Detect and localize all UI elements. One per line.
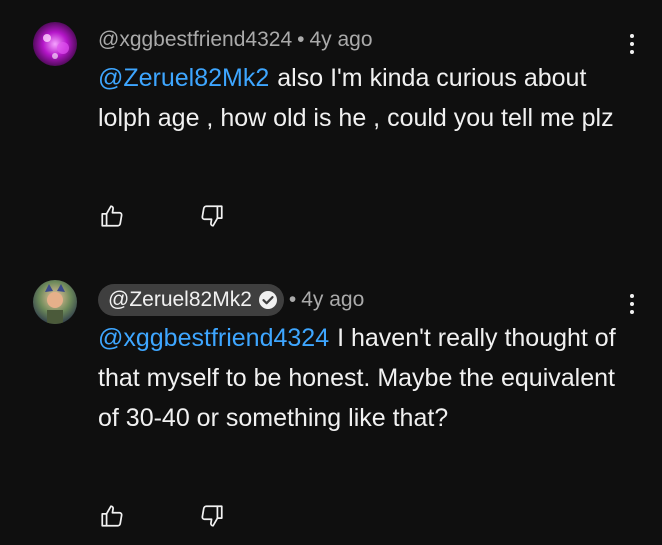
comment-text: @xggbestfriend4324 I haven't really thoug…	[98, 318, 638, 438]
verified-check-icon	[258, 291, 277, 309]
comment-actions	[96, 200, 228, 232]
more-options-button[interactable]	[620, 288, 644, 320]
comment-item: @Zeruel82Mk2 • 4y ago @xggbestfriend4324…	[0, 268, 662, 545]
dislike-button[interactable]	[196, 500, 228, 532]
more-vert-icon	[630, 34, 634, 38]
comment-header: @xggbestfriend4324 • 4y ago	[98, 26, 373, 54]
author-badge[interactable]: @Zeruel82Mk2	[98, 284, 284, 316]
mention-link[interactable]: @Zeruel82Mk2	[98, 64, 269, 92]
thumbs-down-icon	[201, 505, 223, 527]
like-button[interactable]	[96, 200, 128, 232]
thumbs-up-icon	[101, 205, 123, 227]
dislike-button[interactable]	[196, 200, 228, 232]
thumbs-down-icon	[201, 205, 223, 227]
avatar[interactable]	[33, 22, 77, 66]
comment-timestamp[interactable]: 4y ago	[301, 288, 364, 312]
more-vert-icon	[630, 294, 634, 298]
comment-author[interactable]: @xggbestfriend4324	[98, 28, 292, 52]
separator-dot: •	[297, 28, 305, 51]
comment-actions	[96, 500, 228, 532]
comment-text: @Zeruel82Mk2 also I'm kinda curious about…	[98, 58, 638, 138]
separator-dot: •	[288, 288, 297, 311]
comment-author: @Zeruel82Mk2	[108, 288, 252, 311]
thumbs-up-icon	[101, 505, 123, 527]
avatar[interactable]	[33, 280, 77, 324]
more-options-button[interactable]	[620, 28, 644, 60]
mention-link[interactable]: @xggbestfriend4324	[98, 324, 329, 352]
comment-timestamp[interactable]: 4y ago	[309, 28, 372, 52]
comment-item: @xggbestfriend4324 • 4y ago @Zeruel82Mk2…	[0, 0, 662, 260]
comment-header: @Zeruel82Mk2 • 4y ago	[98, 284, 364, 316]
like-button[interactable]	[96, 500, 128, 532]
